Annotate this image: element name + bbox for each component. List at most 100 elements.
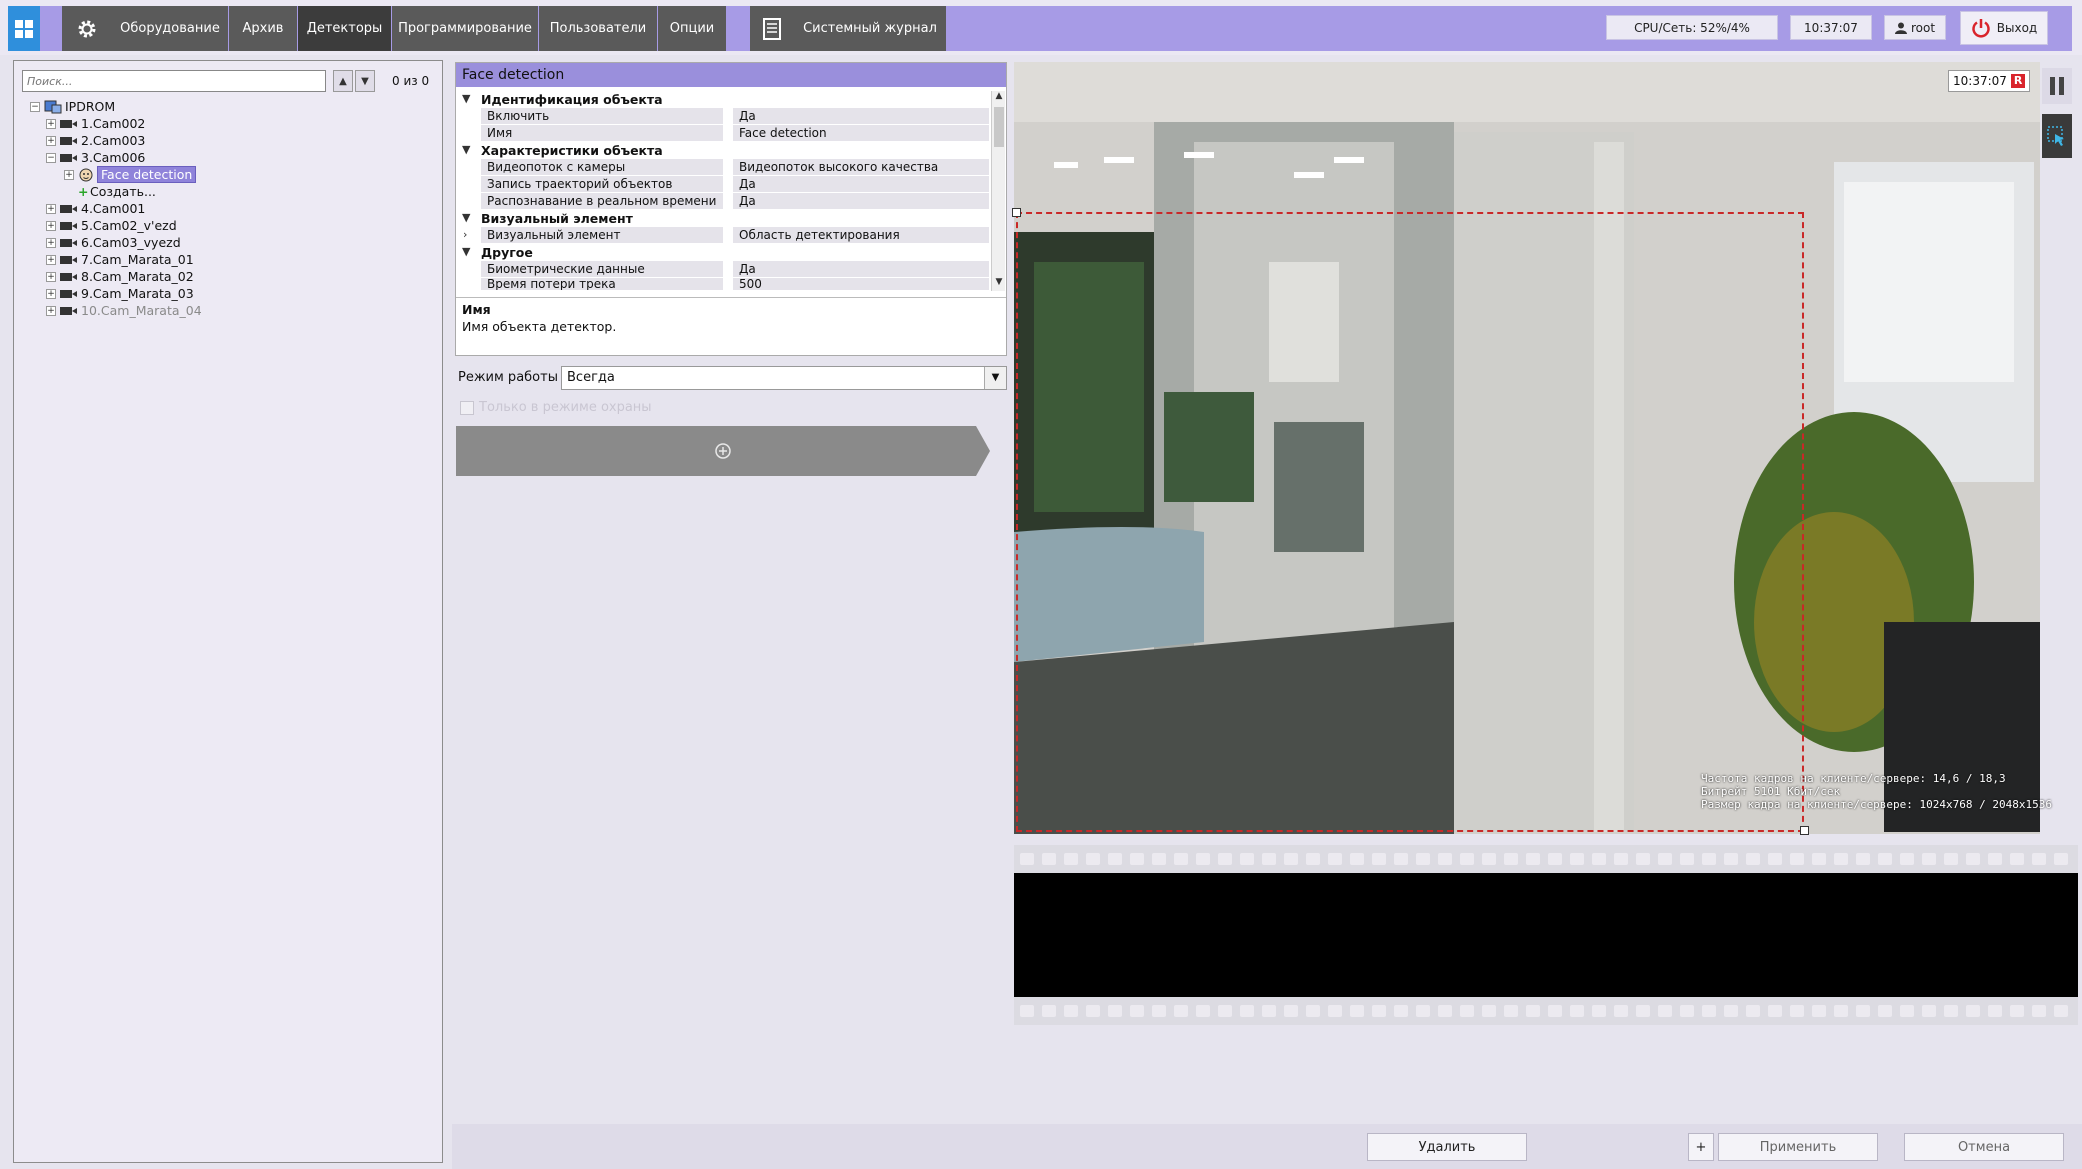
prop-value[interactable]: Да [733, 193, 989, 210]
stats-fps: Частота кадров на клиенте/сервере: 14,6 … [1701, 772, 2006, 785]
expand-toggle[interactable]: + [46, 220, 56, 231]
chevron-down-icon: ▼ [462, 143, 471, 156]
film-hole [1724, 1005, 1738, 1017]
film-hole [1284, 853, 1298, 865]
tree-item-marata-03[interactable]: + 9.Cam_Marata_03 [46, 285, 194, 302]
group-visual[interactable]: ▼ Визуальный элемент [456, 210, 989, 227]
tree-item-cam002[interactable]: + 1.Cam002 [46, 115, 145, 132]
prop-row-visual-element[interactable]: › Визуальный элемент Область детектирова… [456, 227, 989, 244]
apply-button[interactable]: Применить [1718, 1133, 1878, 1161]
scroll-down-icon[interactable]: ▼ [992, 277, 1006, 291]
film-strip-bottom [1014, 997, 2078, 1025]
expand-toggle[interactable]: + [46, 203, 56, 214]
prop-name: Время потери трека [481, 278, 723, 290]
main-menu-button[interactable] [8, 6, 40, 51]
film-hole [1064, 1005, 1078, 1017]
film-hole [1284, 1005, 1298, 1017]
prop-value[interactable]: Да [733, 261, 989, 278]
tree-item-cam003[interactable]: + 2.Cam003 [46, 132, 145, 149]
prop-value[interactable]: Face detection [733, 125, 989, 142]
collapse-toggle[interactable]: − [46, 152, 56, 163]
tab-equipment[interactable]: Оборудование [112, 6, 228, 51]
tab-users[interactable]: Пользователи [539, 6, 657, 51]
prop-value[interactable]: Область детектирования [733, 227, 989, 244]
detection-area[interactable] [1012, 208, 1809, 835]
exit-button[interactable]: Выход [1960, 11, 2048, 45]
tab-detectors[interactable]: Детекторы [298, 6, 391, 51]
chevron-right-icon[interactable]: › [463, 228, 467, 241]
delete-button[interactable]: Удалить [1367, 1133, 1527, 1161]
tree-item-cam006[interactable]: − 3.Cam006 [46, 149, 145, 166]
scroll-up-icon[interactable]: ▲ [992, 91, 1006, 105]
pause-button[interactable] [2042, 68, 2072, 104]
description-text: Имя объекта детектор. [462, 319, 617, 334]
search-next-button[interactable]: ▼ [355, 70, 375, 92]
tree-item-marata-04[interactable]: + 10.Cam_Marata_04 [46, 302, 202, 319]
tree-item-cam001[interactable]: + 4.Cam001 [46, 200, 145, 217]
tree-item-face-detection[interactable]: + Face detection [64, 166, 197, 183]
prop-row-enable[interactable]: Включить Да [456, 108, 989, 125]
tab-programming[interactable]: Программирование [392, 6, 538, 51]
prop-value[interactable]: Да [733, 108, 989, 125]
film-hole [1966, 853, 1980, 865]
prop-row-biometric[interactable]: Биометрические данные Да [456, 261, 989, 278]
add-button[interactable]: + [1688, 1133, 1714, 1161]
film-hole [1064, 853, 1078, 865]
prop-row-name[interactable]: Имя Face detection [456, 125, 989, 142]
tab-options[interactable]: Опции [658, 6, 726, 51]
expand-toggle[interactable]: + [46, 118, 56, 129]
prop-value[interactable]: Да [733, 176, 989, 193]
film-hole [1416, 853, 1430, 865]
film-hole [1328, 853, 1342, 865]
film-hole [1350, 1005, 1364, 1017]
user-indicator[interactable]: root [1884, 15, 1946, 40]
expand-toggle[interactable]: + [46, 288, 56, 299]
properties-scrollbar[interactable]: ▲ ▼ [991, 91, 1005, 291]
chevron-down-icon[interactable]: ▼ [984, 367, 1006, 389]
tree-item-marata-01[interactable]: + 7.Cam_Marata_01 [46, 251, 194, 268]
expand-toggle[interactable]: + [46, 237, 56, 248]
tab-archive[interactable]: Архив [229, 6, 297, 51]
expand-toggle[interactable]: + [46, 271, 56, 282]
film-hole [1460, 1005, 1474, 1017]
film-hole [1042, 853, 1056, 865]
prop-row-realtime[interactable]: Распознавание в реальном времени Да [456, 193, 989, 210]
film-hole [1130, 1005, 1144, 1017]
tree-item-label: 8.Cam_Marata_02 [81, 269, 194, 284]
area-tool-button[interactable] [2042, 114, 2072, 158]
cancel-button[interactable]: Отмена [1904, 1133, 2064, 1161]
add-condition-bar[interactable] [456, 426, 990, 476]
prop-row-stream[interactable]: Видеопоток с камеры Видеопоток высокого … [456, 159, 989, 176]
expand-toggle[interactable]: + [46, 135, 56, 146]
tree-item-cam02-vezd[interactable]: + 5.Cam02_v'ezd [46, 217, 177, 234]
prop-name: Включить [481, 108, 723, 125]
tree-search-input[interactable] [22, 70, 326, 92]
area-handle[interactable] [1800, 826, 1809, 835]
mode-select[interactable]: Всегда ▼ [561, 366, 1007, 390]
prop-value[interactable]: 500 [733, 278, 989, 290]
prop-row-track-loss[interactable]: Время потери трека 500 [456, 278, 989, 290]
group-characteristics[interactable]: ▼ Характеристики объекта [456, 142, 989, 159]
expand-toggle[interactable]: + [46, 305, 56, 316]
journal-button[interactable] [750, 6, 794, 51]
search-prev-button[interactable]: ▲ [333, 70, 353, 92]
group-identification[interactable]: ▼ Идентификация объекта [456, 91, 989, 108]
tree-root[interactable]: − IPDROM [30, 98, 115, 115]
tree-item-marata-02[interactable]: + 8.Cam_Marata_02 [46, 268, 194, 285]
collapse-toggle[interactable]: − [30, 101, 40, 112]
scroll-thumb[interactable] [994, 107, 1004, 147]
expand-toggle[interactable]: + [64, 169, 74, 180]
group-other[interactable]: ▼ Другое [456, 244, 989, 261]
prop-value[interactable]: Видеопоток высокого качества [733, 159, 989, 176]
settings-button[interactable] [62, 6, 112, 51]
tree-item-create[interactable]: + Создать... [78, 183, 156, 200]
expand-toggle[interactable]: + [46, 254, 56, 265]
prop-name: Визуальный элемент [481, 227, 723, 244]
film-hole [1614, 853, 1628, 865]
tab-system-journal[interactable]: Системный журнал [794, 6, 946, 51]
tree-item-cam03-vyezd[interactable]: + 6.Cam03_vyezd [46, 234, 181, 251]
guard-mode-checkbox[interactable] [460, 401, 474, 415]
area-handle[interactable] [1012, 208, 1021, 217]
timeline[interactable] [1014, 845, 2078, 1025]
prop-row-trajectories[interactable]: Запись траекторий объектов Да [456, 176, 989, 193]
